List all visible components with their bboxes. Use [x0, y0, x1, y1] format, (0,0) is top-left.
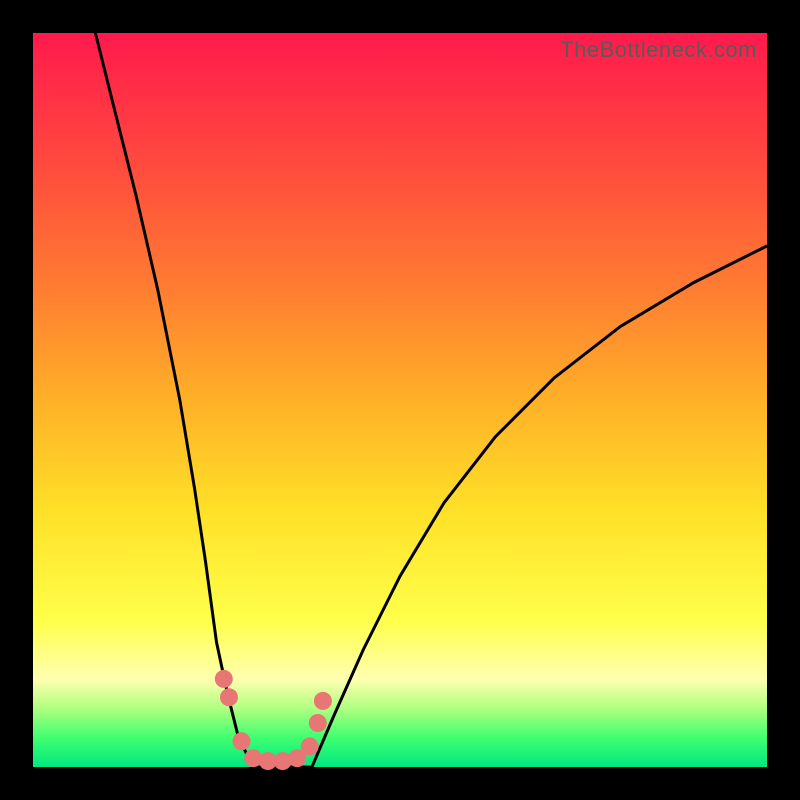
marker-group [215, 670, 332, 770]
chart-container: TheBottleneck.com [0, 0, 800, 800]
marker-point [301, 737, 319, 755]
marker-point [309, 714, 327, 732]
plot-area: TheBottleneck.com [33, 33, 767, 767]
marker-point [233, 732, 251, 750]
curve-left [95, 33, 253, 767]
marker-point [314, 692, 332, 710]
marker-point [220, 688, 238, 706]
chart-svg [33, 33, 767, 767]
marker-point [215, 670, 233, 688]
curve-right [312, 246, 767, 767]
